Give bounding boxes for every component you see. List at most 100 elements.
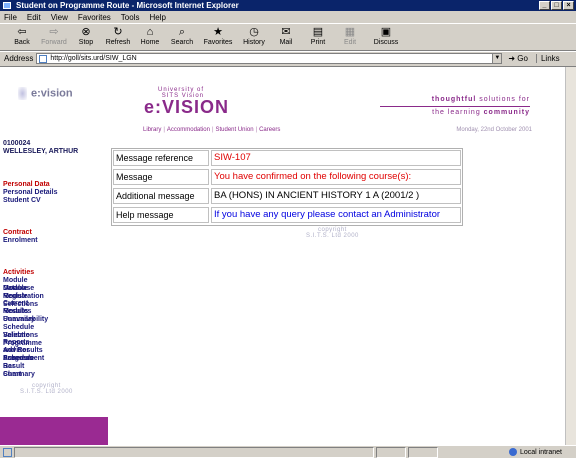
sidebar-copyright: copyright S.I.T.S. Ltd 2000 — [20, 383, 73, 395]
minimize-button[interactable]: _ — [539, 1, 550, 10]
sidebar-item-activity[interactable]: Bar Chart — [3, 363, 21, 379]
favorites-icon: ★ — [213, 26, 223, 38]
print-button[interactable]: ▤ Print — [302, 26, 334, 46]
intranet-globe-icon — [508, 448, 517, 456]
message-value: If you have any query please contact an … — [211, 207, 461, 223]
ie-app-icon — [3, 2, 11, 9]
menu-view[interactable]: View — [51, 13, 68, 22]
go-label: Go — [517, 54, 528, 63]
stop-icon: ⊗ — [81, 26, 91, 38]
status-bar: Local intranet — [0, 445, 576, 458]
message-key: Message — [113, 169, 209, 185]
toolbar-label: Favorites — [203, 39, 233, 46]
nav-link-library[interactable]: Library — [143, 127, 161, 133]
nav-separator: | — [163, 127, 165, 133]
links-button[interactable]: Links — [535, 54, 560, 63]
toolbar-label: Stop — [78, 39, 94, 46]
edit-icon: ▦ — [344, 26, 356, 38]
sidebar: e:vision 0100024 WELLESLEY, ARTHUR Perso… — [0, 67, 108, 445]
main-copyright-watermark: copyright S.I.T.S. Ltd 2000 — [306, 227, 359, 239]
toolbar-label: Mail — [279, 39, 293, 46]
address-input[interactable]: http://goll/sits.urd/SIW_LGN ▼ — [36, 53, 503, 64]
tagline-community: community — [483, 109, 530, 116]
back-button[interactable]: ⇦ Back — [6, 26, 38, 46]
home-button[interactable]: ⌂ Home — [134, 26, 166, 46]
address-dropdown-icon[interactable]: ▼ — [492, 54, 502, 63]
menu-favorites[interactable]: Favorites — [78, 13, 111, 22]
zone-label: Local intranet — [519, 448, 562, 456]
tagline-solutions: solutions for — [476, 96, 530, 103]
menu-tools[interactable]: Tools — [121, 13, 140, 22]
section-activities: Activities — [3, 269, 35, 276]
search-icon: ⌕ — [178, 26, 186, 38]
mail-icon: ✉ — [281, 26, 291, 38]
evision-small-logo: e:vision — [18, 87, 73, 100]
student-id: 0100024 — [3, 140, 31, 147]
sidebar-copyright-line2: S.I.T.S. Ltd 2000 — [20, 389, 73, 395]
edit-button: ▦ Edit — [334, 26, 366, 46]
message-value: You have confirmed on the following cour… — [211, 169, 461, 185]
vertical-scrollbar[interactable] — [565, 67, 576, 445]
mail-button[interactable]: ✉ Mail — [270, 26, 302, 46]
status-progress-cell — [376, 446, 406, 458]
close-button[interactable]: × — [563, 1, 574, 10]
address-bar: Address http://goll/sits.urd/SIW_LGN ▼ ➜… — [0, 51, 576, 65]
section-contract: Contract — [3, 229, 32, 236]
toolbar-label: Home — [140, 39, 160, 46]
toolbar-label: Discuss — [373, 39, 399, 46]
nav-separator: | — [211, 127, 214, 133]
sidebar-item-student-cv[interactable]: Student CV — [3, 197, 41, 205]
address-url: http://goll/sits.urd/SIW_LGN — [50, 55, 137, 62]
page-icon — [39, 54, 48, 63]
window-titlebar: Student on Programme Route - Microsoft I… — [0, 0, 576, 11]
toolbar-label: Forward — [41, 39, 67, 46]
search-button[interactable]: ⌕ Search — [166, 26, 198, 46]
menu-bar: File Edit View Favorites Tools Help — [0, 11, 576, 24]
back-arrow-icon: ⇦ — [17, 26, 27, 38]
stop-button[interactable]: ⊗ Stop — [70, 26, 102, 46]
brand-tagline: thoughtful solutions for the learning co… — [380, 95, 530, 117]
sidebar-item-enrolment[interactable]: Enrolment — [3, 237, 38, 245]
evision-brand-logo: University of SITS Vision e:VISION — [144, 87, 229, 116]
message-row: Message reference SIW-107 — [112, 149, 462, 168]
menu-help[interactable]: Help — [149, 13, 165, 22]
tagline-the-learning: the learning — [432, 109, 484, 116]
nav-link-accommodation[interactable]: Accommodation — [167, 127, 210, 133]
go-button[interactable]: ➜ Go — [508, 54, 528, 63]
window-title: Student on Programme Route - Microsoft I… — [16, 1, 239, 10]
current-date: Monday, 22nd October 2001 — [456, 127, 532, 133]
home-icon: ⌂ — [146, 26, 154, 38]
standard-toolbar: ⇦ Back ⇨ Forward ⊗ Stop ↻ Refresh ⌂ Home ⌕ Search ★ F… — [0, 24, 576, 51]
history-button[interactable]: ◷ History — [238, 26, 270, 46]
tagline-rule — [380, 106, 530, 107]
main-copyright-line2: S.I.T.S. Ltd 2000 — [306, 233, 359, 239]
sidebar-item-activity[interactable]: Unavailability — [3, 316, 48, 324]
print-icon: ▤ — [312, 26, 324, 38]
top-nav-links: Library | Accommodation | Student Union | Care… — [143, 127, 280, 133]
status-security-cell — [408, 446, 438, 458]
nav-link-student-union[interactable]: Student Union — [216, 127, 254, 133]
nav-link-careers[interactable]: Careers — [259, 127, 280, 133]
toolbar-label: History — [243, 39, 265, 46]
toolbar-label: Refresh — [105, 39, 131, 46]
favorites-button[interactable]: ★ Favorites — [198, 26, 238, 46]
refresh-icon: ↻ — [113, 26, 123, 38]
browser-viewport: e:vision 0100024 WELLESLEY, ARTHUR Perso… — [0, 66, 576, 445]
section-personal-data: Personal Data — [3, 181, 50, 188]
toolbar-label: Edit — [343, 39, 357, 46]
tagline-thoughtful: thoughtful — [431, 96, 477, 103]
nav-separator: | — [255, 127, 258, 133]
refresh-button[interactable]: ↻ Refresh — [102, 26, 134, 46]
menu-file[interactable]: File — [4, 13, 17, 22]
maximize-button[interactable]: □ — [551, 1, 562, 10]
forward-arrow-icon: ⇨ — [49, 26, 59, 38]
message-value: SIW-107 — [211, 150, 461, 166]
main-panel: University of SITS Vision e:VISION thoug… — [108, 67, 576, 445]
discuss-button[interactable]: ▣ Discuss — [366, 26, 406, 46]
history-icon: ◷ — [249, 26, 259, 38]
address-label: Address — [4, 54, 34, 63]
sidebar-item-personal-details[interactable]: Personal Details — [3, 189, 57, 197]
toolbar-label: Back — [14, 39, 30, 46]
menu-edit[interactable]: Edit — [27, 13, 41, 22]
message-row: Help message If you have any query please… — [112, 206, 462, 225]
